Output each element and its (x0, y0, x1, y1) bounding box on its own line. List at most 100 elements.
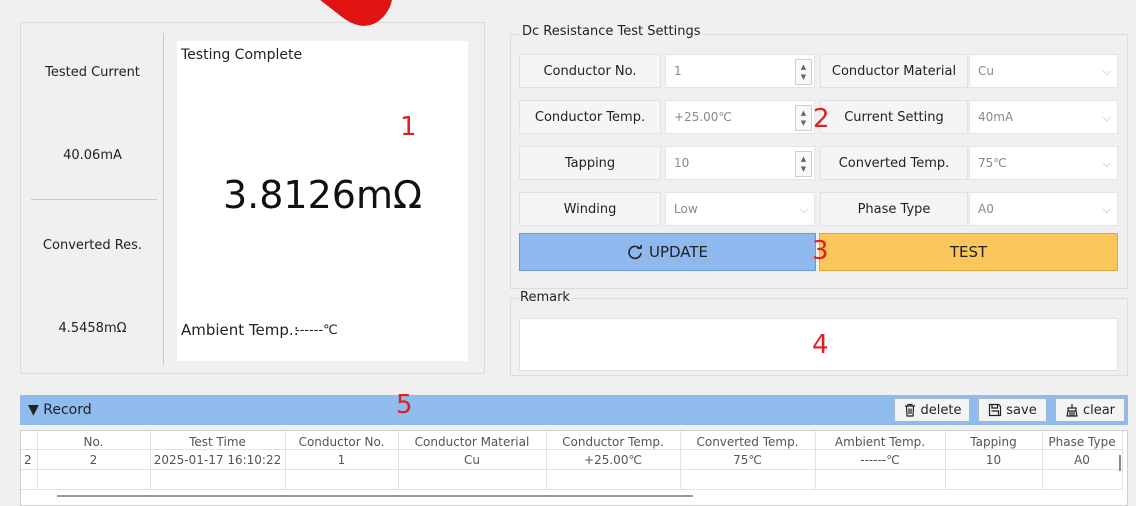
column-header[interactable]: Phase Type (1042, 431, 1123, 450)
empty-cell (285, 469, 399, 490)
current-setting-select[interactable]: 40mA ⌵ (969, 100, 1118, 134)
column-header[interactable]: Converted Temp. (680, 431, 816, 450)
table-cell: 75℃ (680, 449, 816, 470)
record-grid: No. Test Time Conductor No. Conductor Ma… (21, 431, 1123, 490)
column-header[interactable]: Conductor No. (285, 431, 399, 450)
spin-down-icon[interactable]: ▼ (801, 164, 806, 174)
conductor-temp-value: +25.00℃ (674, 110, 732, 124)
current-setting-value: 40mA (978, 110, 1014, 124)
phase-type-select[interactable]: A0 ⌵ (969, 192, 1118, 226)
record-toggle[interactable]: ▼ Record (28, 402, 92, 418)
column-header[interactable]: Conductor Material (398, 431, 547, 450)
annotation-2: 2 (813, 104, 830, 134)
conductor-temp-label: Conductor Temp. (519, 100, 661, 134)
conductor-material-select[interactable]: Cu ⌵ (969, 54, 1118, 88)
spin-down-icon[interactable]: ▼ (801, 72, 806, 82)
current-setting-label: Current Setting (820, 100, 968, 134)
horizontal-scrollbar[interactable] (57, 495, 693, 497)
trash-icon (904, 403, 915, 417)
clear-label: clear (1082, 402, 1116, 418)
delete-label: delete (920, 402, 962, 418)
table-header-row: No. Test Time Conductor No. Conductor Ma… (21, 431, 1123, 450)
spin-down-icon[interactable]: ▼ (801, 118, 806, 128)
record-table[interactable]: No. Test Time Conductor No. Conductor Ma… (20, 430, 1128, 506)
conductor-no-spinner[interactable]: ▲ ▼ (795, 59, 812, 85)
vertical-scrollbar[interactable] (1119, 455, 1121, 471)
conductor-temp-input[interactable]: +25.00℃ ▲ ▼ (665, 100, 815, 134)
phase-type-value: A0 (978, 202, 994, 216)
update-button[interactable]: UPDATE (519, 233, 816, 271)
table-cell: +25.00℃ (546, 449, 681, 470)
table-cell: Cu (398, 449, 547, 470)
empty-cell (1042, 469, 1123, 490)
table-cell: A0 (1042, 449, 1123, 470)
remark-title: Remark (518, 290, 572, 305)
panel-divider (163, 33, 164, 365)
row-header-corner (21, 431, 38, 450)
resistance-value: 3.8126mΩ (222, 173, 423, 217)
chevron-down-icon: ⌵ (1102, 157, 1111, 170)
column-header[interactable]: No. (37, 431, 151, 450)
conductor-temp-spinner[interactable]: ▲ ▼ (795, 105, 812, 131)
converted-temp-label: Converted Temp. (820, 146, 968, 180)
table-cell: ------℃ (815, 449, 946, 470)
winding-value: Low (674, 202, 698, 216)
delete-button[interactable]: delete (894, 398, 970, 422)
broom-icon (1066, 404, 1078, 417)
save-icon (989, 403, 1002, 417)
update-label: UPDATE (648, 243, 709, 261)
conductor-material-value: Cu (978, 64, 994, 78)
row-index: 2 (21, 449, 38, 470)
test-button[interactable]: TEST (819, 233, 1118, 271)
annotation-1: 1 (400, 112, 417, 142)
column-header[interactable]: Tapping (945, 431, 1043, 450)
clear-button[interactable]: clear (1055, 398, 1125, 422)
chevron-down-icon: ⌵ (1102, 111, 1111, 124)
tapping-value: 10 (674, 156, 690, 170)
ambient-temp-label: Ambient Temp.: (181, 321, 299, 339)
spin-up-icon[interactable]: ▲ (801, 62, 806, 72)
empty-cell (945, 469, 1043, 490)
table-cell: 2025-01-17 16:10:22 (150, 449, 286, 470)
measurement-summary: Tested Current 40.06mA Converted Res. 4.… (21, 23, 164, 373)
save-label: save (1006, 402, 1037, 418)
chevron-down-icon: ⌵ (799, 203, 808, 216)
spin-up-icon[interactable]: ▲ (801, 108, 806, 118)
test-label: TEST (949, 243, 988, 261)
table-cell: 10 (945, 449, 1043, 470)
converted-temp-value: 75℃ (978, 156, 1007, 170)
empty-cell (150, 469, 286, 490)
spin-up-icon[interactable]: ▲ (801, 154, 806, 164)
record-toolbar: ▼ Record delete save clear (20, 395, 1128, 425)
tapping-spinner[interactable]: ▲ ▼ (795, 151, 812, 177)
conductor-no-value: 1 (674, 64, 682, 78)
table-row[interactable]: 2 2 2025-01-17 16:10:22 1 Cu +25.00℃ 75℃… (21, 449, 1123, 470)
empty-cell (21, 469, 38, 490)
empty-cell (680, 469, 816, 490)
converted-temp-select[interactable]: 75℃ ⌵ (969, 146, 1118, 180)
column-header[interactable]: Test Time (150, 431, 286, 450)
summary-divider (31, 199, 157, 200)
record-label: Record (43, 402, 92, 418)
tapping-input[interactable]: 10 ▲ ▼ (665, 146, 815, 180)
winding-label: Winding (519, 192, 661, 226)
table-cell: 2 (37, 449, 151, 470)
table-cell: 1 (285, 449, 399, 470)
conductor-no-input[interactable]: 1 ▲ ▼ (665, 54, 815, 88)
test-settings-title: Dc Resistance Test Settings (520, 24, 703, 39)
chevron-down-icon: ⌵ (1102, 65, 1111, 78)
column-header[interactable]: Ambient Temp. (815, 431, 946, 450)
save-button[interactable]: save (978, 398, 1047, 422)
conductor-no-label: Conductor No. (519, 54, 661, 88)
converted-res-label: Converted Res. (42, 238, 143, 253)
table-row (21, 469, 1123, 490)
empty-cell (546, 469, 681, 490)
tested-current-label: Tested Current (45, 65, 140, 80)
empty-cell (37, 469, 151, 490)
refresh-icon (628, 245, 642, 260)
triangle-down-icon: ▼ (28, 402, 39, 418)
testing-status: Testing Complete (181, 47, 303, 63)
column-header[interactable]: Conductor Temp. (546, 431, 681, 450)
conductor-material-label: Conductor Material (820, 54, 968, 88)
winding-select[interactable]: Low ⌵ (665, 192, 815, 226)
